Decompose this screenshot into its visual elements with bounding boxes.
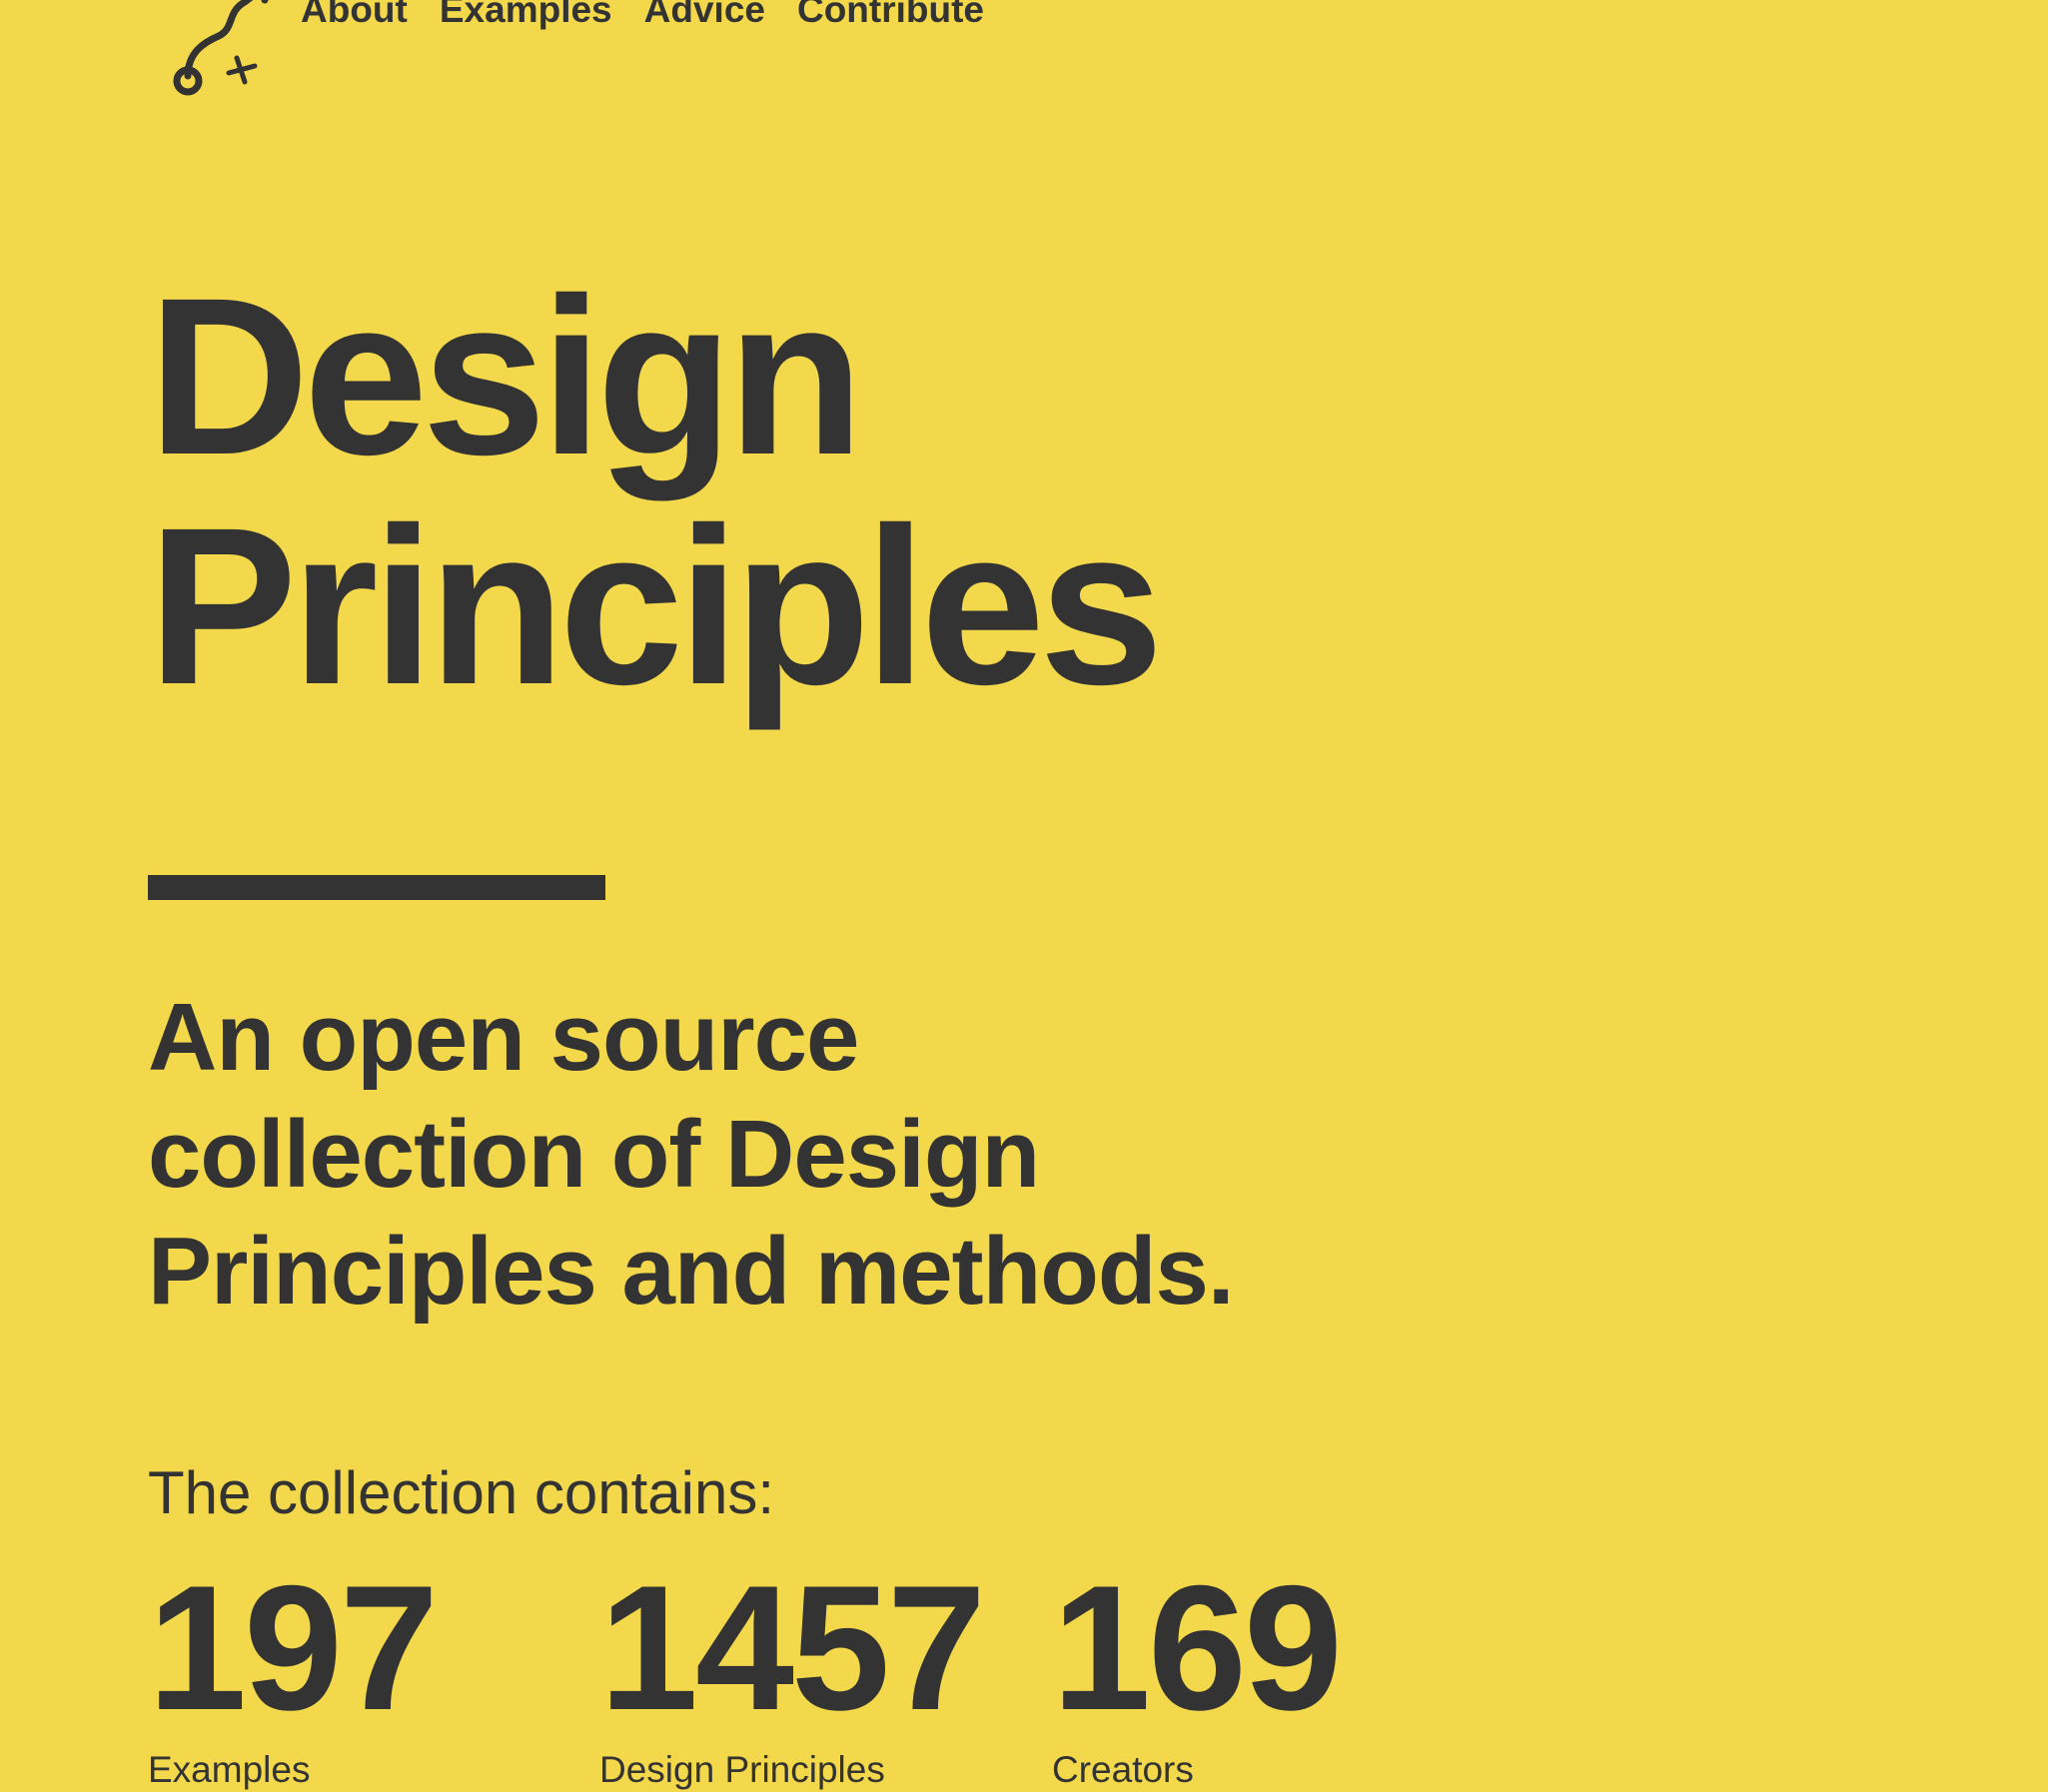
stat-design-principles-value: 1457 <box>599 1548 986 1747</box>
main-nav: About Examples Advice Contribute <box>301 0 984 30</box>
nav-about-link[interactable]: About <box>301 0 408 30</box>
page-subtitle: An open source collection of Design Prin… <box>148 979 1447 1330</box>
collection-stats: 197 Examples 1457 Design Principles 169 … <box>148 1558 1447 1791</box>
page-title: Design Principles <box>148 252 1164 731</box>
stat-design-principles: 1457 Design Principles <box>599 1548 986 1792</box>
subtitle-line-3: Principles and methods. <box>148 1218 1235 1325</box>
page-title-line-1: Design <box>148 252 864 501</box>
stat-creators-value: 169 <box>1052 1548 1343 1747</box>
stat-design-principles-label: Design Principles <box>599 1749 885 1790</box>
stat-examples-value: 197 <box>148 1548 439 1747</box>
page: About Examples Advice Contribute Design … <box>0 0 2048 1791</box>
nav-advice-link[interactable]: Advice <box>644 0 765 30</box>
page-title-line-2: Principles <box>148 481 1164 731</box>
nav-examples-link[interactable]: Examples <box>440 0 612 30</box>
subtitle-line-1: An open source <box>148 984 859 1091</box>
collection-label: The collection contains: <box>148 1459 775 1526</box>
stat-creators-label: Creators <box>1052 1749 1194 1790</box>
subtitle-line-2: collection of Design <box>148 1101 1040 1208</box>
stat-examples-label: Examples <box>148 1749 311 1790</box>
stat-creators: 169 Creators <box>1052 1548 1343 1792</box>
play-route-logo-icon[interactable] <box>165 0 285 100</box>
stat-examples: 197 Examples <box>148 1548 439 1792</box>
nav-contribute-link[interactable]: Contribute <box>797 0 984 30</box>
title-divider <box>148 875 605 900</box>
